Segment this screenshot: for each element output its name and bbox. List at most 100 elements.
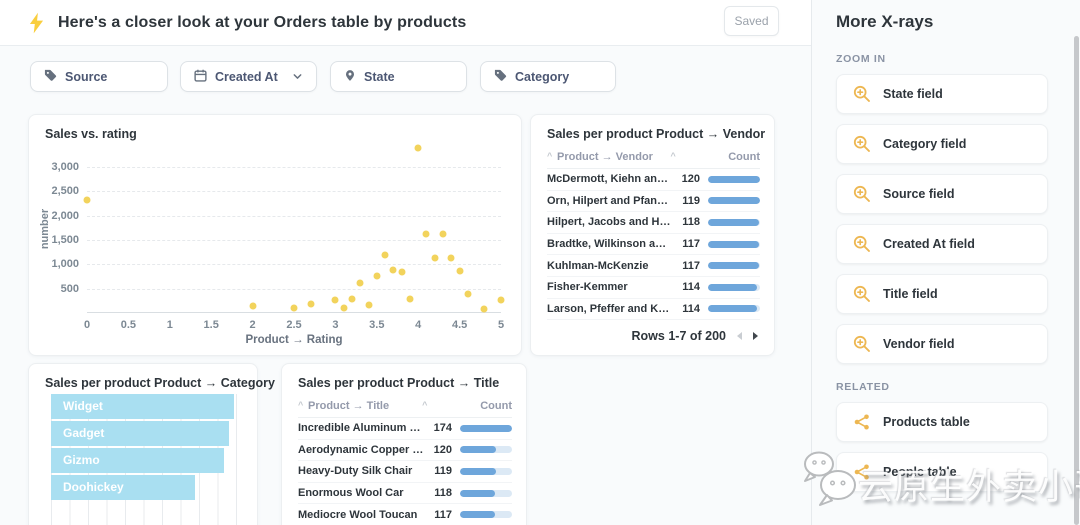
column-header: Count <box>480 400 512 412</box>
row-count: 117 <box>672 260 700 272</box>
vendor-table-card: Sales per product Product → Vendor ^Prod… <box>530 114 775 356</box>
next-page-button[interactable] <box>752 331 760 341</box>
scatter-point[interactable] <box>498 297 505 304</box>
zoom-in-icon <box>853 335 871 353</box>
pagination-text: Rows 1-7 of 200 <box>632 329 726 343</box>
prev-page-button[interactable] <box>735 331 743 341</box>
table-row[interactable]: Mediocre Wool Toucan117 <box>298 504 512 525</box>
table-row[interactable]: Enormous Wool Car118 <box>298 483 512 505</box>
section-label-zoom-in: ZOOM IN <box>836 53 1048 65</box>
table-row[interactable]: Heavy-Duty Silk Chair119 <box>298 461 512 483</box>
table-row[interactable]: Incredible Aluminum Knife174 <box>298 418 512 440</box>
table-row[interactable]: Larson, Pfeffer and Klocko114 <box>547 299 760 321</box>
scatter-point[interactable] <box>406 295 413 302</box>
scatter-point[interactable] <box>307 300 314 307</box>
top-bar: Here's a closer look at your Orders tabl… <box>0 0 811 46</box>
scatter-point[interactable] <box>431 255 438 262</box>
scatter-chart-card: Sales vs. rating number 5001,0001,5002,0… <box>28 114 522 356</box>
scatter-point[interactable] <box>340 305 347 312</box>
table-sort-header[interactable]: ^Product → Vendor^Count <box>547 149 760 169</box>
scatter-point[interactable] <box>464 290 471 297</box>
xray-item-label: Vendor field <box>883 337 955 351</box>
row-bar-track <box>708 176 760 183</box>
scatter-point[interactable] <box>373 272 380 279</box>
scatter-point[interactable] <box>440 230 447 237</box>
row-bar-track <box>460 490 512 497</box>
scatter-point[interactable] <box>348 296 355 303</box>
tag-icon <box>494 69 507 85</box>
gridline <box>87 167 501 168</box>
scatter-point[interactable] <box>456 268 463 275</box>
row-label: Orn, Hilpert and Pfannerstill <box>547 195 672 207</box>
row-bar-fill <box>460 425 512 432</box>
category-bar[interactable]: Widget <box>51 394 234 419</box>
location-pin-icon <box>344 69 356 85</box>
scatter-point[interactable] <box>291 305 298 312</box>
filter-pill-created-at[interactable]: Created At <box>180 61 317 92</box>
xray-item-label: Title field <box>883 287 938 301</box>
sort-caret-icon: ^ <box>422 400 427 410</box>
y-tick-label: 3,000 <box>35 161 79 173</box>
category-bar[interactable]: Gadget <box>51 421 229 446</box>
scatter-point[interactable] <box>332 296 339 303</box>
page-title: Here's a closer look at your Orders tabl… <box>58 0 466 46</box>
row-label: Aerodynamic Copper Knife <box>298 444 424 456</box>
xray-item-products-table[interactable]: Products table <box>836 402 1048 442</box>
filter-pill-state[interactable]: State <box>330 61 467 92</box>
lightning-bolt-icon <box>29 12 44 39</box>
row-label: Kuhlman-McKenzie <box>547 260 672 272</box>
category-bar[interactable]: Gizmo <box>51 448 224 473</box>
row-bar-track <box>708 219 760 226</box>
x-tick-label: 1.5 <box>204 319 219 331</box>
x-tick-label: 3 <box>332 319 338 331</box>
chart-title: Sales per product Product → Title <box>298 376 499 390</box>
tag-icon <box>44 69 57 85</box>
table-row[interactable]: Bradtke, Wilkinson and Reilly117 <box>547 234 760 256</box>
xray-item-category-field[interactable]: Category field <box>836 124 1048 164</box>
table-sort-header[interactable]: ^Product → Title^Count <box>298 398 512 418</box>
row-bar-track <box>460 425 512 432</box>
xray-item-vendor-field[interactable]: Vendor field <box>836 324 1048 364</box>
xray-item-title-field[interactable]: Title field <box>836 274 1048 314</box>
xray-item-people-table[interactable]: People table <box>836 452 1048 492</box>
scatter-point[interactable] <box>84 196 91 203</box>
scatter-point[interactable] <box>249 302 256 309</box>
table-row[interactable]: Kuhlman-McKenzie117 <box>547 255 760 277</box>
row-bar-fill <box>708 262 759 269</box>
xray-item-label: State field <box>883 87 943 101</box>
table-row[interactable]: Aerodynamic Copper Knife120 <box>298 440 512 462</box>
table-row[interactable]: Orn, Hilpert and Pfannerstill119 <box>547 191 760 213</box>
x-tick-label: 0 <box>84 319 90 331</box>
scatter-point[interactable] <box>481 306 488 313</box>
vertical-scrollbar[interactable] <box>1074 36 1079 525</box>
scatter-point[interactable] <box>448 255 455 262</box>
table-row[interactable]: Hilpert, Jacobs and Hauck118 <box>547 212 760 234</box>
xray-item-state-field[interactable]: State field <box>836 74 1048 114</box>
row-bar-fill <box>708 305 757 312</box>
scatter-point[interactable] <box>382 252 389 259</box>
category-bar[interactable]: Doohickey <box>51 475 195 500</box>
title-table: ^Product → Title^CountIncredible Aluminu… <box>298 398 512 525</box>
row-count: 118 <box>672 216 700 228</box>
filter-pill-source[interactable]: Source <box>30 61 168 92</box>
x-tick-label: 0.5 <box>121 319 136 331</box>
scatter-point[interactable] <box>390 267 397 274</box>
saved-button[interactable]: Saved <box>724 6 779 36</box>
table-row[interactable]: McDermott, Kiehn and Becker120 <box>547 169 760 191</box>
xray-item-created-at-field[interactable]: Created At field <box>836 224 1048 264</box>
scatter-point[interactable] <box>365 301 372 308</box>
scatter-point[interactable] <box>357 279 364 286</box>
row-bar-fill <box>460 490 495 497</box>
gridline <box>87 216 501 217</box>
xray-item-label: Products table <box>883 415 970 429</box>
chevron-down-icon <box>292 71 303 82</box>
filter-pill-category[interactable]: Category <box>480 61 616 92</box>
xray-item-source-field[interactable]: Source field <box>836 174 1048 214</box>
table-row[interactable]: Fisher-Kemmer114 <box>547 277 760 299</box>
scatter-point[interactable] <box>415 144 422 151</box>
sort-caret-icon: ^ <box>298 400 303 410</box>
gridline <box>87 264 501 265</box>
scatter-point[interactable] <box>398 268 405 275</box>
scatter-point[interactable] <box>423 230 430 237</box>
row-label: Mediocre Wool Toucan <box>298 509 424 521</box>
